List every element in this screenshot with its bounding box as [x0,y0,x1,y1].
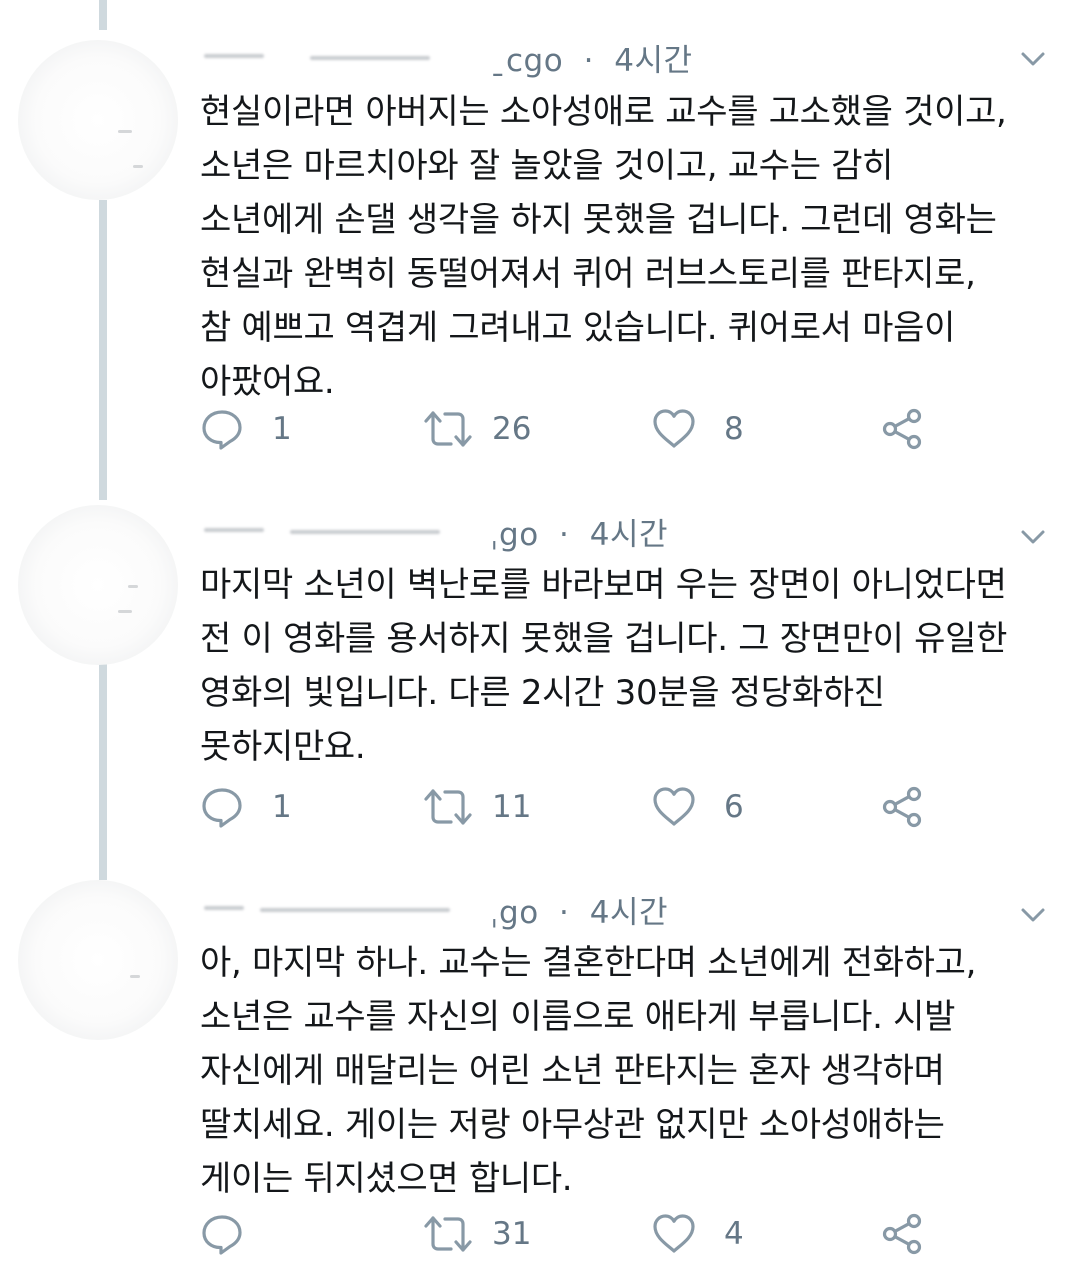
tweet-text-line: 소년은 교수를 자신의 이름으로 애타게 부릅니다. 시발 [200,997,956,1037]
reply-button[interactable]: 1 [200,782,292,832]
like-count: 4 [724,1216,744,1252]
avatar[interactable] [18,40,178,200]
retweet-button[interactable]: 26 [422,404,531,454]
tweet-text-line: 못하지만요. [200,727,366,767]
reply-icon [202,410,242,450]
reply-count: 1 [272,411,292,447]
like-count: 6 [724,789,744,825]
retweet-count: 26 [492,411,532,447]
timestamp-separator: · [583,42,594,79]
reply-icon [202,1215,242,1255]
tweet-text-line: 참 예쁘고 역겹게 그려내고 있습니다. 퀴어로서 마음이 [200,308,956,348]
like-count: 8 [724,411,744,447]
retweet-button[interactable]: 11 [422,782,531,832]
tweet-header: ˌgo · 4시간 [200,884,1020,934]
tweet-text-line: 게이는 뒤지셨으면 합니다. [200,1159,573,1199]
avatar[interactable] [18,505,178,665]
like-button[interactable]: 4 [652,1209,744,1259]
tweet-text-line: 현실이라면 아버지는 소아성애로 교수를 고소했을 것이고, [200,92,1007,132]
heart-icon [653,787,695,826]
timestamp-separator: · [559,516,570,553]
reply-button[interactable] [200,1209,272,1259]
tweet-text: 현실이라면 아버지는 소아성애로 교수를 고소했을 것이고, 소년은 마르치아와… [200,85,1050,409]
retweet-icon [424,789,472,825]
tweet-text: 마지막 소년이 벽난로를 바라보며 우는 장면이 아니었다면 전 이 영화를 용… [200,558,1050,774]
tweet-text-line: 전 이 영화를 용서하지 못했을 겁니다. 그 장면만이 유일한 [200,619,1008,659]
share-icon [882,786,922,828]
timestamp-prefix: ˍᴄgo [490,42,564,79]
tweet-text-line: 소년에게 손댈 생각을 하지 못했을 겁니다. 그런데 영화는 [200,200,997,240]
blurred-username[interactable] [200,42,490,72]
tweet-header: ˍᴄgo · 4시간 [200,32,1020,82]
tweet-text-line: 아, 마지막 하나. 교수는 결혼한다며 소년에게 전화하고, [200,943,977,983]
retweet-count: 31 [492,1216,532,1252]
blurred-username[interactable] [200,894,490,924]
blurred-username[interactable] [200,516,490,546]
thread-line [99,655,107,880]
tweet-header: ˌgo · 4시간 [200,506,1020,556]
tweet-text-line: 마지막 소년이 벽난로를 바라보며 우는 장면이 아니었다면 [200,565,1007,605]
retweet-icon [424,1216,472,1252]
share-icon [882,408,922,450]
reply-icon [202,788,242,828]
thread-line [99,200,107,500]
reply-count: 1 [272,789,292,825]
tweet-text-line: 영화의 빛입니다. 다른 2시간 30분을 정당화하진 [200,673,885,713]
share-icon [882,1213,922,1255]
chevron-down-icon[interactable] [1016,520,1050,554]
avatar[interactable] [18,880,178,1040]
retweet-count: 11 [492,789,532,825]
tweet-actions: 1 11 6 [200,782,940,832]
tweet-timestamp: ˌgo · 4시간 [490,509,668,554]
tweet-text-line: 딸치세요. 게이는 저랑 아무상관 없지만 소아성애하는 [200,1105,945,1145]
chevron-down-icon[interactable] [1016,42,1050,76]
retweet-icon [424,411,472,447]
thread-line [99,0,107,30]
timestamp-separator: · [559,894,570,931]
timestamp-value: 4시간 [589,894,669,931]
tweet-timestamp: ˍᴄgo · 4시간 [490,35,693,80]
timestamp-prefix: ˌgo [490,516,539,553]
heart-icon [653,1214,695,1253]
tweet-actions: 31 4 [200,1209,940,1259]
share-button[interactable] [880,404,924,454]
like-button[interactable]: 6 [652,782,744,832]
heart-icon [653,409,695,448]
share-button[interactable] [880,782,924,832]
tweet-text-line: 자신에게 매달리는 어린 소년 판타지는 혼자 생각하며 [200,1051,945,1091]
retweet-button[interactable]: 31 [422,1209,531,1259]
tweet-text: 아, 마지막 하나. 교수는 결혼한다며 소년에게 전화하고, 소년은 교수를 … [200,936,1050,1206]
chevron-down-icon[interactable] [1016,898,1050,932]
share-button[interactable] [880,1209,924,1259]
timestamp-prefix: ˌgo [490,894,539,931]
tweet-text-line: 아팠어요. [200,362,335,402]
tweet-text-line: 현실과 완벽히 동떨어져서 퀴어 러브스토리를 판타지로, [200,254,976,294]
timestamp-value: 4시간 [589,516,669,553]
timestamp-value: 4시간 [614,42,693,79]
tweet-timestamp: ˌgo · 4시간 [490,887,668,932]
reply-button[interactable]: 1 [200,404,292,454]
tweet-actions: 1 26 8 [200,404,940,454]
tweet-text-line: 소년은 마르치아와 잘 놀았을 것이고, 교수는 감히 [200,146,894,186]
like-button[interactable]: 8 [652,404,744,454]
